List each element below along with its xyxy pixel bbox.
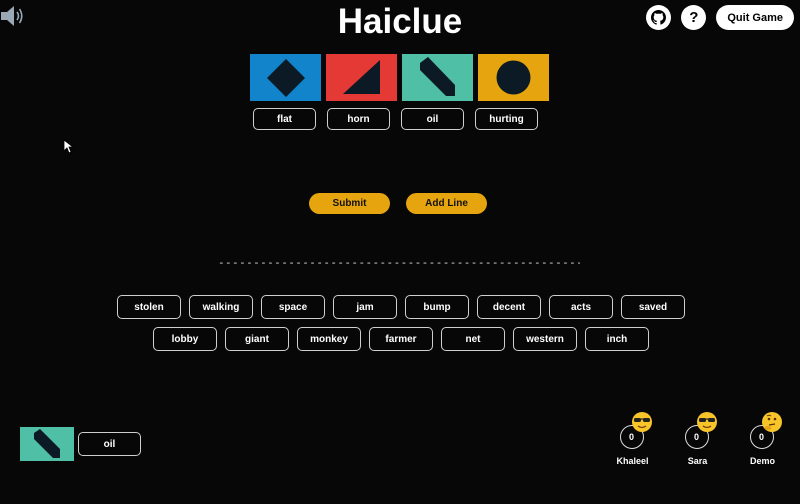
word-pool-row-1: stolen walking space jam bump decent act…	[117, 295, 685, 319]
add-line-button[interactable]: Add Line	[406, 193, 487, 214]
github-button[interactable]	[646, 5, 672, 30]
word-chip[interactable]: jam	[333, 295, 397, 319]
player-list: 0 Khaleel 0 Sara 0 Demo	[600, 410, 795, 466]
prompt-cards	[250, 54, 549, 101]
diamond-icon	[266, 58, 305, 97]
card-word-chip[interactable]: hurting	[475, 108, 538, 130]
card-yellow[interactable]	[478, 54, 549, 101]
word-chip[interactable]: farmer	[369, 327, 433, 351]
word-chip[interactable]: monkey	[297, 327, 361, 351]
word-chip[interactable]: stolen	[117, 295, 181, 319]
word-chip[interactable]: space	[261, 295, 325, 319]
action-buttons: Submit Add Line	[309, 193, 487, 214]
card-teal[interactable]	[402, 54, 473, 101]
player-name: Demo	[749, 456, 775, 466]
word-chip[interactable]: acts	[549, 295, 613, 319]
triangle-icon	[343, 60, 380, 94]
card-word-chip[interactable]: horn	[327, 108, 390, 130]
top-controls: ? Quit Game	[646, 5, 794, 30]
sunglasses-emoji-icon	[631, 412, 652, 432]
diagonal-bar-icon	[34, 429, 60, 458]
circle-icon	[496, 60, 531, 95]
player-name: Sara	[687, 456, 708, 466]
mouse-cursor-icon	[64, 140, 74, 154]
word-chip[interactable]: decent	[477, 295, 541, 319]
word-chip[interactable]: saved	[621, 295, 685, 319]
thinking-emoji-icon	[761, 412, 782, 432]
player-entry: 0 Demo	[730, 410, 795, 466]
word-chip[interactable]: giant	[225, 327, 289, 351]
word-chip[interactable]: bump	[405, 295, 469, 319]
github-icon	[651, 10, 667, 25]
my-card-word: oil	[78, 432, 141, 456]
player-entry: 0 Sara	[665, 410, 730, 466]
diagonal-bar-icon	[420, 57, 455, 96]
player-entry: 0 Khaleel	[600, 410, 665, 466]
help-button[interactable]: ?	[681, 5, 707, 30]
card-word-chip[interactable]: oil	[401, 108, 464, 130]
card-words: flat horn oil hurting	[253, 108, 538, 130]
quit-game-button[interactable]: Quit Game	[716, 5, 794, 30]
word-chip[interactable]: western	[513, 327, 577, 351]
card-blue[interactable]	[250, 54, 321, 101]
my-card	[20, 427, 74, 461]
word-chip[interactable]: net	[441, 327, 505, 351]
card-red[interactable]	[326, 54, 397, 101]
word-chip[interactable]: lobby	[153, 327, 217, 351]
word-pool-row-2: lobby giant monkey farmer net western in…	[153, 327, 649, 351]
submit-button[interactable]: Submit	[309, 193, 390, 214]
word-chip[interactable]: walking	[189, 295, 253, 319]
poem-line-divider: ----------------------------------------…	[218, 256, 580, 269]
player-name: Khaleel	[616, 456, 649, 466]
word-chip[interactable]: inch	[585, 327, 649, 351]
sunglasses-emoji-icon	[696, 412, 717, 432]
card-word-chip[interactable]: flat	[253, 108, 316, 130]
